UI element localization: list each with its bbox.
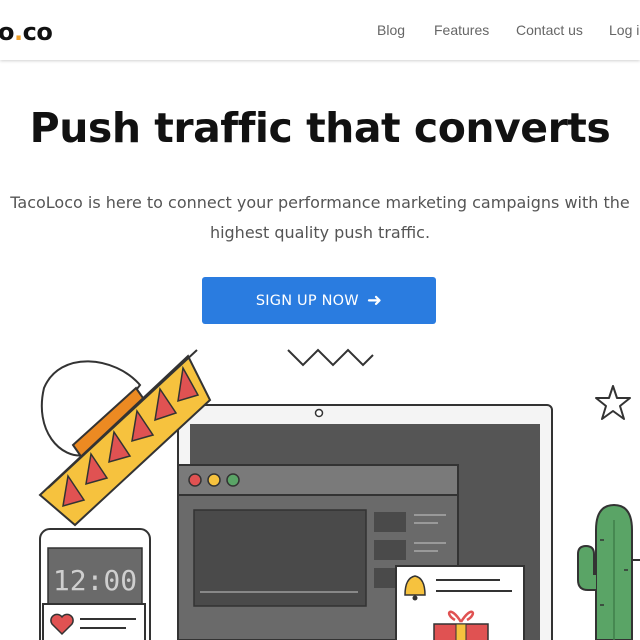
- notification-card: [395, 565, 525, 640]
- nav-link-blog[interactable]: Blog: [377, 22, 405, 38]
- nav-link-features[interactable]: Features: [434, 22, 489, 38]
- nav-link-login[interactable]: Log in: [609, 22, 640, 38]
- logo-text-tail: co: [22, 18, 53, 46]
- star-icon: [595, 385, 631, 420]
- cactus-icon: [577, 503, 640, 640]
- phone-illustration: 12:00: [39, 528, 151, 640]
- nav-link-contact[interactable]: Contact us: [516, 22, 583, 38]
- hero-illustration: 12:00: [38, 348, 640, 640]
- logo-dot: .: [14, 18, 23, 46]
- logo[interactable]: o.co: [0, 18, 53, 46]
- zigzag-icon: [287, 348, 374, 367]
- phone-clock: 12:00: [53, 564, 137, 597]
- site-header: o.co Blog Features Contact us Log in: [0, 0, 640, 60]
- logo-text-main: o: [0, 18, 15, 46]
